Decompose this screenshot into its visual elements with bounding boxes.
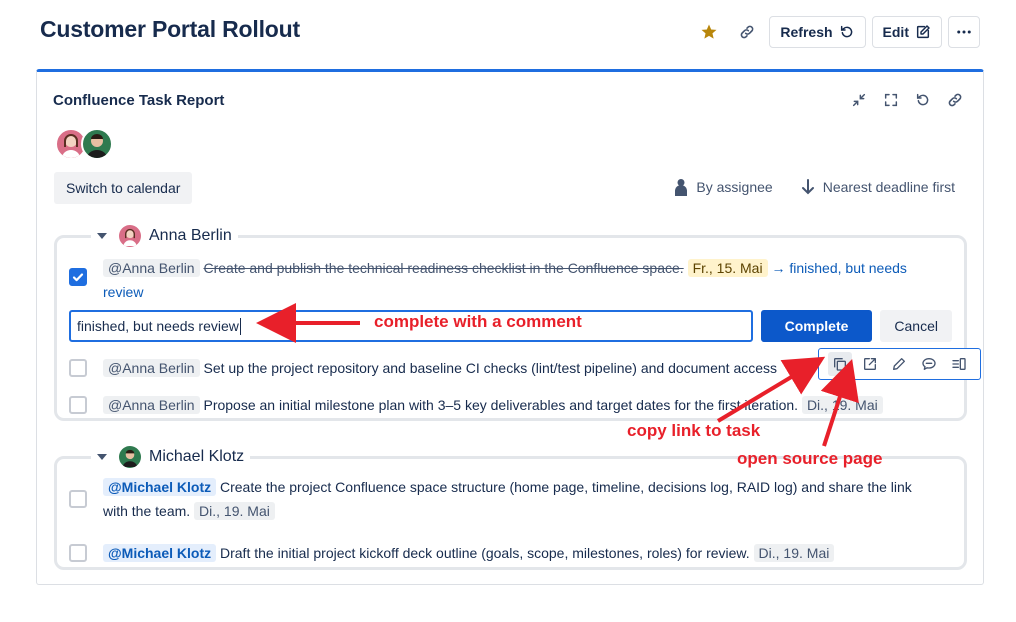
- page-actions: Refresh Edit: [693, 16, 980, 48]
- star-icon: [701, 24, 717, 39]
- person-icon: [675, 179, 688, 196]
- group-header[interactable]: Michael Klotz: [91, 446, 251, 468]
- assignee-mention[interactable]: @Michael Klotz: [103, 544, 217, 562]
- person-icon: [122, 449, 138, 467]
- group-by-assignee-button[interactable]: By assignee: [674, 178, 773, 196]
- link-icon: [741, 25, 754, 39]
- assignee-name: Michael Klotz: [149, 448, 245, 465]
- refresh-icon: [840, 25, 852, 38]
- arrow-down-icon: [801, 179, 814, 195]
- collapse-button[interactable]: [847, 88, 871, 112]
- refresh-button[interactable]: Refresh: [769, 16, 866, 48]
- task-item: @Anna Berlin Set up the project reposito…: [69, 350, 844, 380]
- card-tools: [847, 88, 967, 112]
- comment-icon: [922, 358, 936, 370]
- details-panel-button[interactable]: [947, 352, 971, 376]
- star-button[interactable]: [693, 16, 725, 48]
- report-title: Confluence Task Report: [53, 92, 225, 109]
- link-icon: [948, 93, 962, 107]
- open-source-page-button[interactable]: [858, 352, 882, 376]
- task-description: Set up the project repository and baseli…: [203, 360, 778, 376]
- caret-down-icon: [97, 233, 107, 239]
- refresh-label: Refresh: [780, 24, 833, 40]
- task-checkbox[interactable]: [69, 490, 87, 508]
- task-text: @Anna Berlin Create and publish the tech…: [103, 256, 952, 304]
- task-item: @Michael Klotz Draft the initial project…: [69, 535, 952, 565]
- collapse-icon: [852, 93, 866, 107]
- comment-value: finished, but needs review: [77, 318, 239, 334]
- assignee-mention[interactable]: @Anna Berlin: [103, 396, 200, 414]
- completion-arrow: →: [771, 260, 786, 276]
- task-description: Create the project Confluence space stru…: [220, 479, 912, 495]
- reload-button[interactable]: [911, 88, 935, 112]
- task-hover-toolbar: [818, 348, 981, 380]
- annotation-complete-with-comment: complete with a comment: [374, 312, 582, 331]
- task-text: @Michael Klotz Create the project Conflu…: [103, 475, 952, 523]
- avatar: [119, 446, 141, 468]
- check-icon: [72, 273, 84, 282]
- page-title: Customer Portal Rollout: [40, 16, 300, 42]
- reload-icon: [916, 93, 929, 106]
- task-description: Draft the initial project kickoff deck o…: [220, 545, 750, 561]
- due-date: Fr., 15. Mai: [687, 259, 768, 277]
- copy-link-button[interactable]: [731, 16, 763, 48]
- task-description: Propose an initial milestone plan with 3…: [203, 397, 799, 413]
- assignee-name: Anna Berlin: [149, 227, 232, 244]
- completion-note-cont: review: [103, 284, 144, 300]
- completion-note: finished, but needs: [789, 260, 907, 276]
- task-checkbox[interactable]: [69, 396, 87, 414]
- text-cursor: [239, 317, 241, 335]
- assignee-mention[interactable]: @Michael Klotz: [103, 478, 217, 496]
- edit-button[interactable]: Edit: [871, 16, 942, 48]
- copy-icon: [833, 358, 846, 371]
- assignee-group-michael: Michael Klotz @Michael Klotz Create the …: [54, 446, 967, 570]
- panel-icon: [952, 358, 966, 370]
- due-date: Di., 19. Mai: [801, 396, 883, 414]
- participant-avatars: [55, 128, 113, 160]
- person-icon: [123, 228, 137, 246]
- due-date: Di., 19. Mai: [194, 502, 275, 520]
- assignee-mention[interactable]: @Anna Berlin: [103, 359, 200, 377]
- task-text: @Anna Berlin Set up the project reposito…: [103, 350, 844, 380]
- avatar: [119, 225, 141, 247]
- more-icon: [957, 30, 971, 34]
- annotation-open-source: open source page: [737, 449, 883, 468]
- fullscreen-button[interactable]: [879, 88, 903, 112]
- complete-button[interactable]: Complete: [760, 310, 873, 342]
- annotation-copy-link: copy link to task: [627, 421, 761, 440]
- cancel-button[interactable]: Cancel: [880, 310, 952, 342]
- fullscreen-icon: [884, 93, 898, 107]
- edit-icon: [916, 25, 930, 39]
- switch-to-calendar-button[interactable]: Switch to calendar: [54, 172, 193, 204]
- assignee-mention[interactable]: @Anna Berlin: [103, 259, 200, 277]
- card-link-button[interactable]: [943, 88, 967, 112]
- person-icon: [87, 134, 107, 158]
- task-description-cont: with the team.: [103, 503, 191, 519]
- task-description: Create and publish the technical readine…: [203, 260, 684, 276]
- task-item: @Anna Berlin Propose an initial mileston…: [69, 387, 952, 417]
- pencil-icon: [893, 358, 906, 370]
- copy-task-link-button[interactable]: [827, 352, 852, 376]
- task-text: @Anna Berlin Propose an initial mileston…: [103, 387, 952, 417]
- task-item: @Michael Klotz Create the project Conflu…: [69, 475, 952, 523]
- task-checkbox[interactable]: [69, 544, 87, 562]
- caret-down-icon: [97, 454, 107, 460]
- due-date: Di., 19. Mai: [753, 544, 835, 562]
- avatar[interactable]: [81, 128, 113, 160]
- group-header[interactable]: Anna Berlin: [91, 225, 238, 247]
- comment-task-button[interactable]: [917, 352, 941, 376]
- task-item: @Anna Berlin Create and publish the tech…: [69, 256, 952, 304]
- task-checkbox[interactable]: [69, 268, 87, 286]
- sort-assignee-label: By assignee: [696, 179, 773, 195]
- more-actions-button[interactable]: [948, 16, 980, 48]
- sort-deadline-button[interactable]: Nearest deadline first: [801, 178, 955, 196]
- edit-task-button[interactable]: [887, 352, 911, 376]
- task-checkbox[interactable]: [69, 359, 87, 377]
- sort-deadline-label: Nearest deadline first: [822, 179, 955, 195]
- external-link-icon: [863, 358, 876, 370]
- sort-controls: By assignee Nearest deadline first: [674, 178, 955, 196]
- edit-label: Edit: [882, 24, 909, 40]
- task-text: @Michael Klotz Draft the initial project…: [103, 535, 952, 565]
